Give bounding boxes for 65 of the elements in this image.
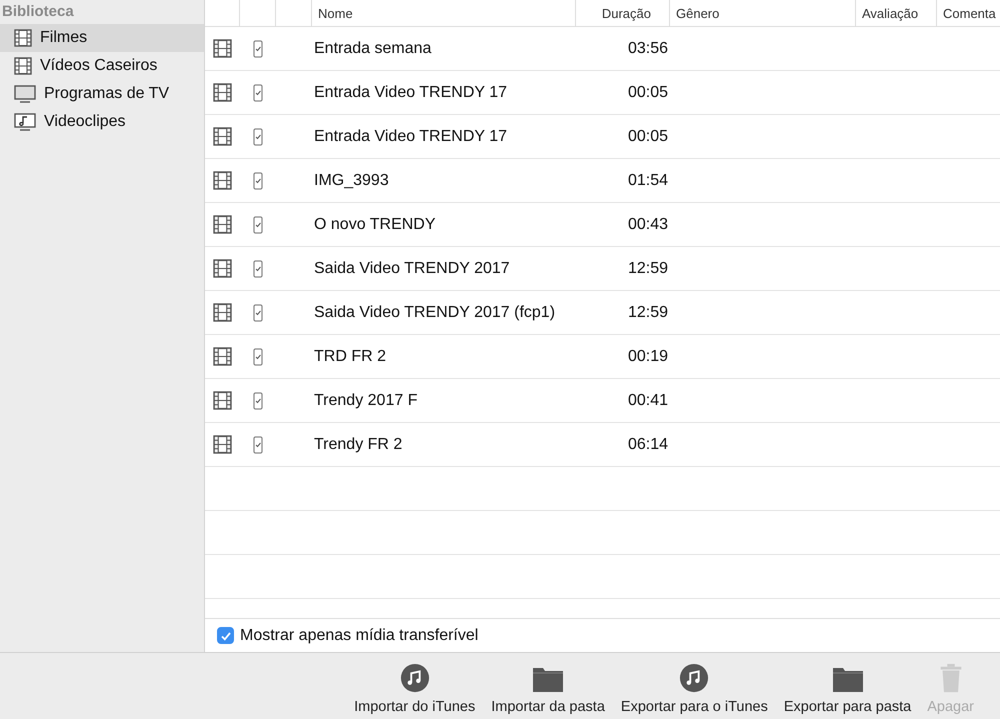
duration-cell-text: 01:54 [626, 170, 669, 190]
name-cell-text: TRD FR 2 [313, 346, 387, 366]
name-cell-text: Entrada Video TRENDY 17 [313, 82, 508, 102]
film-icon [213, 259, 232, 278]
music-note-icon [679, 663, 710, 693]
column-header[interactable]: Avaliação [856, 0, 937, 26]
duration-cell-text: 12:59 [626, 258, 669, 278]
column-header[interactable]: Comenta [937, 0, 1000, 26]
name-cell-text: Trendy 2017 F [313, 390, 418, 410]
film-icon [213, 127, 232, 146]
column-header[interactable]: Gênero [670, 0, 856, 26]
name-cell-text: Saida Video TRENDY 2017 [313, 258, 511, 278]
duration-cell-text: 00:19 [626, 346, 669, 366]
duration-cell-text: 00:05 [626, 126, 669, 146]
film-icon [213, 215, 232, 234]
toolbar-button[interactable]: Exportar para o iTunes [620, 653, 768, 719]
film-icon [213, 303, 232, 322]
sidebar-item[interactable]: Programas de TV [0, 80, 204, 108]
music-note-icon [400, 663, 430, 693]
film-icon [213, 39, 232, 58]
sidebar-heading: Biblioteca [1, 2, 75, 22]
film-icon [213, 83, 232, 102]
name-cell-text: Entrada semana [313, 38, 432, 58]
checkbox-label: Mostrar apenas mídia transferível [240, 626, 478, 644]
name-cell-text: Trendy FR 2 [313, 434, 404, 454]
folder-icon [832, 665, 864, 693]
checkbox[interactable] [217, 627, 234, 644]
phone-check-icon [253, 84, 263, 102]
phone-check-icon [253, 172, 263, 190]
column-header[interactable]: Duração [576, 0, 670, 26]
phone-check-icon [253, 128, 263, 146]
checkmark-icon [220, 630, 232, 642]
phone-check-icon [253, 392, 263, 410]
music-video-icon [14, 113, 36, 131]
sidebar-item[interactable]: Filmes [0, 24, 204, 52]
film-icon [213, 347, 232, 366]
film-icon [14, 29, 32, 47]
phone-check-icon [253, 348, 263, 366]
duration-cell-text: 12:59 [626, 302, 669, 322]
film-icon [14, 57, 32, 75]
film-icon [213, 391, 232, 410]
film-icon [213, 171, 232, 190]
phone-check-icon [253, 40, 263, 58]
duration-cell-text: 03:56 [626, 38, 669, 58]
duration-cell-text: 00:41 [626, 390, 669, 410]
toolbar-button[interactable]: Importar do iTunes [354, 653, 476, 719]
phone-check-icon [253, 260, 263, 278]
phone-check-icon [253, 216, 263, 234]
duration-cell-text: 06:14 [626, 434, 669, 454]
monitor-icon [14, 85, 36, 103]
folder-icon [532, 665, 564, 693]
sidebar-item[interactable]: Vídeos Caseiros [0, 52, 204, 80]
name-cell-text: IMG_3993 [313, 170, 390, 190]
toolbar-button[interactable]: Exportar para pasta [784, 653, 912, 719]
toolbar-button[interactable]: Importar da pasta [491, 653, 605, 719]
phone-check-icon [253, 436, 263, 454]
name-cell-text: Entrada Video TRENDY 17 [313, 126, 508, 146]
duration-cell-text: 00:05 [626, 82, 669, 102]
name-cell-text: O novo TRENDY [313, 214, 437, 234]
phone-check-icon [253, 304, 263, 322]
film-icon [213, 435, 232, 454]
column-header[interactable]: Nome [312, 0, 576, 26]
duration-cell-text: 00:43 [626, 214, 669, 234]
sidebar-item[interactable]: Videoclipes [0, 108, 204, 136]
name-cell-text: Saida Video TRENDY 2017 (fcp1) [313, 302, 556, 322]
